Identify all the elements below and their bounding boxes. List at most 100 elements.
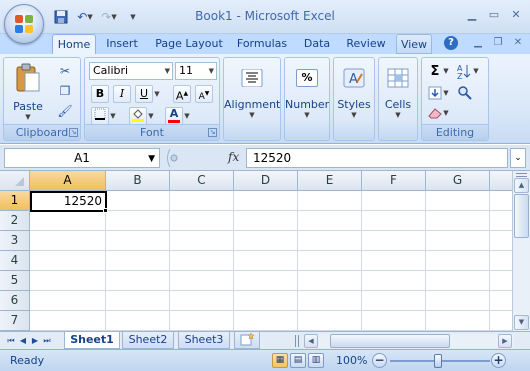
- italic-button[interactable]: I: [113, 85, 131, 103]
- paste-dropdown-icon[interactable]: ▼: [10, 113, 46, 121]
- font-size-dropdown-icon[interactable]: ▼: [209, 63, 214, 79]
- fill-dropdown-icon[interactable]: ▼: [442, 84, 450, 102]
- font-color-dropdown-icon[interactable]: ▼: [183, 107, 191, 125]
- scroll-down-icon[interactable]: ▼: [514, 315, 529, 330]
- format-painter-icon[interactable]: 🖌: [56, 102, 74, 120]
- row-header-1[interactable]: 1: [0, 191, 30, 211]
- normal-view-icon[interactable]: ▦: [272, 353, 288, 368]
- cut-icon[interactable]: ✂: [56, 62, 74, 80]
- worksheet-grid[interactable]: A B C D E F G 1 2 3 4 5 6 7 12520: [0, 171, 512, 331]
- row-header-2[interactable]: 2: [0, 211, 30, 231]
- vertical-scrollbar[interactable]: ▲ ▼: [512, 171, 530, 331]
- last-sheet-icon[interactable]: ⏭: [42, 335, 52, 347]
- minimize-icon[interactable]: ▁: [462, 6, 482, 22]
- cell-f2[interactable]: [362, 211, 426, 231]
- name-box[interactable]: A1 ▼: [4, 148, 160, 168]
- cell-d3[interactable]: [234, 231, 298, 251]
- borders-dropdown-icon[interactable]: ▼: [109, 107, 117, 125]
- doc-minimize-icon[interactable]: ▁: [470, 36, 486, 50]
- cell-e6[interactable]: [298, 291, 362, 311]
- cells-group[interactable]: Cells ▼: [378, 57, 418, 141]
- insert-sheet-button[interactable]: [234, 332, 260, 349]
- cell-a3[interactable]: [30, 231, 106, 251]
- cell-f5[interactable]: [362, 271, 426, 291]
- cell-h4[interactable]: [490, 251, 512, 271]
- styles-button[interactable]: A Styles ▼: [334, 64, 374, 119]
- alignment-group[interactable]: Alignment ▼: [223, 57, 281, 141]
- cell-d5[interactable]: [234, 271, 298, 291]
- clear-dropdown-icon[interactable]: ▼: [442, 104, 450, 122]
- column-header-a[interactable]: A: [30, 171, 106, 191]
- cell-g1[interactable]: [426, 191, 490, 211]
- formula-input[interactable]: 12520: [246, 148, 508, 168]
- zoom-level[interactable]: 100%: [336, 354, 367, 367]
- cell-d1[interactable]: [234, 191, 298, 211]
- font-launcher-icon[interactable]: ↘: [208, 128, 217, 137]
- column-header-c[interactable]: C: [170, 171, 234, 191]
- tab-formulas[interactable]: Formulas: [232, 34, 292, 54]
- cell-b2[interactable]: [106, 211, 170, 231]
- underline-button[interactable]: U: [135, 85, 153, 103]
- cell-b6[interactable]: [106, 291, 170, 311]
- cell-g4[interactable]: [426, 251, 490, 271]
- cell-c3[interactable]: [170, 231, 234, 251]
- column-header-partial[interactable]: [490, 171, 512, 191]
- cell-b5[interactable]: [106, 271, 170, 291]
- shrink-font-button[interactable]: A▼: [195, 85, 213, 103]
- tab-data[interactable]: Data: [298, 34, 336, 54]
- column-header-g[interactable]: G: [426, 171, 490, 191]
- select-all-corner[interactable]: [0, 171, 30, 191]
- sheet-tab-sheet2[interactable]: Sheet2: [122, 332, 174, 349]
- cell-b7[interactable]: [106, 311, 170, 331]
- find-select-icon[interactable]: [456, 84, 474, 102]
- cells-button[interactable]: Cells ▼: [379, 64, 417, 119]
- vertical-scroll-thumb[interactable]: [514, 194, 529, 238]
- cell-a5[interactable]: [30, 271, 106, 291]
- close-icon[interactable]: ✕: [506, 6, 526, 22]
- cell-h6[interactable]: [490, 291, 512, 311]
- cell-g3[interactable]: [426, 231, 490, 251]
- cell-e4[interactable]: [298, 251, 362, 271]
- column-header-e[interactable]: E: [298, 171, 362, 191]
- help-icon[interactable]: ?: [444, 36, 458, 50]
- cell-g2[interactable]: [426, 211, 490, 231]
- cell-f6[interactable]: [362, 291, 426, 311]
- fill-color-button[interactable]: [129, 107, 147, 125]
- tab-home[interactable]: Home: [52, 34, 96, 55]
- cell-c7[interactable]: [170, 311, 234, 331]
- zoom-in-icon[interactable]: +: [491, 353, 506, 368]
- paste-button[interactable]: Paste ▼: [10, 63, 46, 121]
- grow-font-button[interactable]: A▲: [173, 85, 191, 103]
- cell-e7[interactable]: [298, 311, 362, 331]
- cell-e5[interactable]: [298, 271, 362, 291]
- scroll-up-icon[interactable]: ▲: [514, 178, 529, 193]
- cell-c6[interactable]: [170, 291, 234, 311]
- tab-review[interactable]: Review: [342, 34, 390, 54]
- doc-restore-icon[interactable]: ❐: [490, 36, 506, 50]
- name-box-dropdown-icon[interactable]: ▼: [148, 150, 155, 168]
- cell-c1[interactable]: [170, 191, 234, 211]
- bold-button[interactable]: B: [91, 85, 109, 103]
- column-header-f[interactable]: F: [362, 171, 426, 191]
- cell-g6[interactable]: [426, 291, 490, 311]
- cell-a7[interactable]: [30, 311, 106, 331]
- styles-group[interactable]: A Styles ▼: [333, 57, 375, 141]
- borders-button[interactable]: [91, 107, 109, 125]
- row-header-7[interactable]: 7: [0, 311, 30, 331]
- next-sheet-icon[interactable]: ▶: [30, 335, 40, 347]
- cell-f1[interactable]: [362, 191, 426, 211]
- font-color-button[interactable]: A: [165, 107, 183, 125]
- scroll-left-icon[interactable]: ◀: [304, 334, 318, 348]
- cell-c5[interactable]: [170, 271, 234, 291]
- sheet-tab-sheet1[interactable]: Sheet1: [64, 332, 120, 349]
- number-button[interactable]: % Number ▼: [285, 64, 329, 119]
- cell-e3[interactable]: [298, 231, 362, 251]
- cell-h3[interactable]: [490, 231, 512, 251]
- zoom-slider-thumb[interactable]: [434, 354, 442, 368]
- vertical-split-box[interactable]: [516, 173, 527, 177]
- cell-f3[interactable]: [362, 231, 426, 251]
- sort-filter-dropdown-icon[interactable]: ▼: [472, 62, 480, 80]
- tab-split-handle[interactable]: [295, 335, 299, 347]
- font-name-dropdown-icon[interactable]: ▼: [165, 63, 170, 79]
- page-break-preview-icon[interactable]: ▥: [308, 353, 324, 368]
